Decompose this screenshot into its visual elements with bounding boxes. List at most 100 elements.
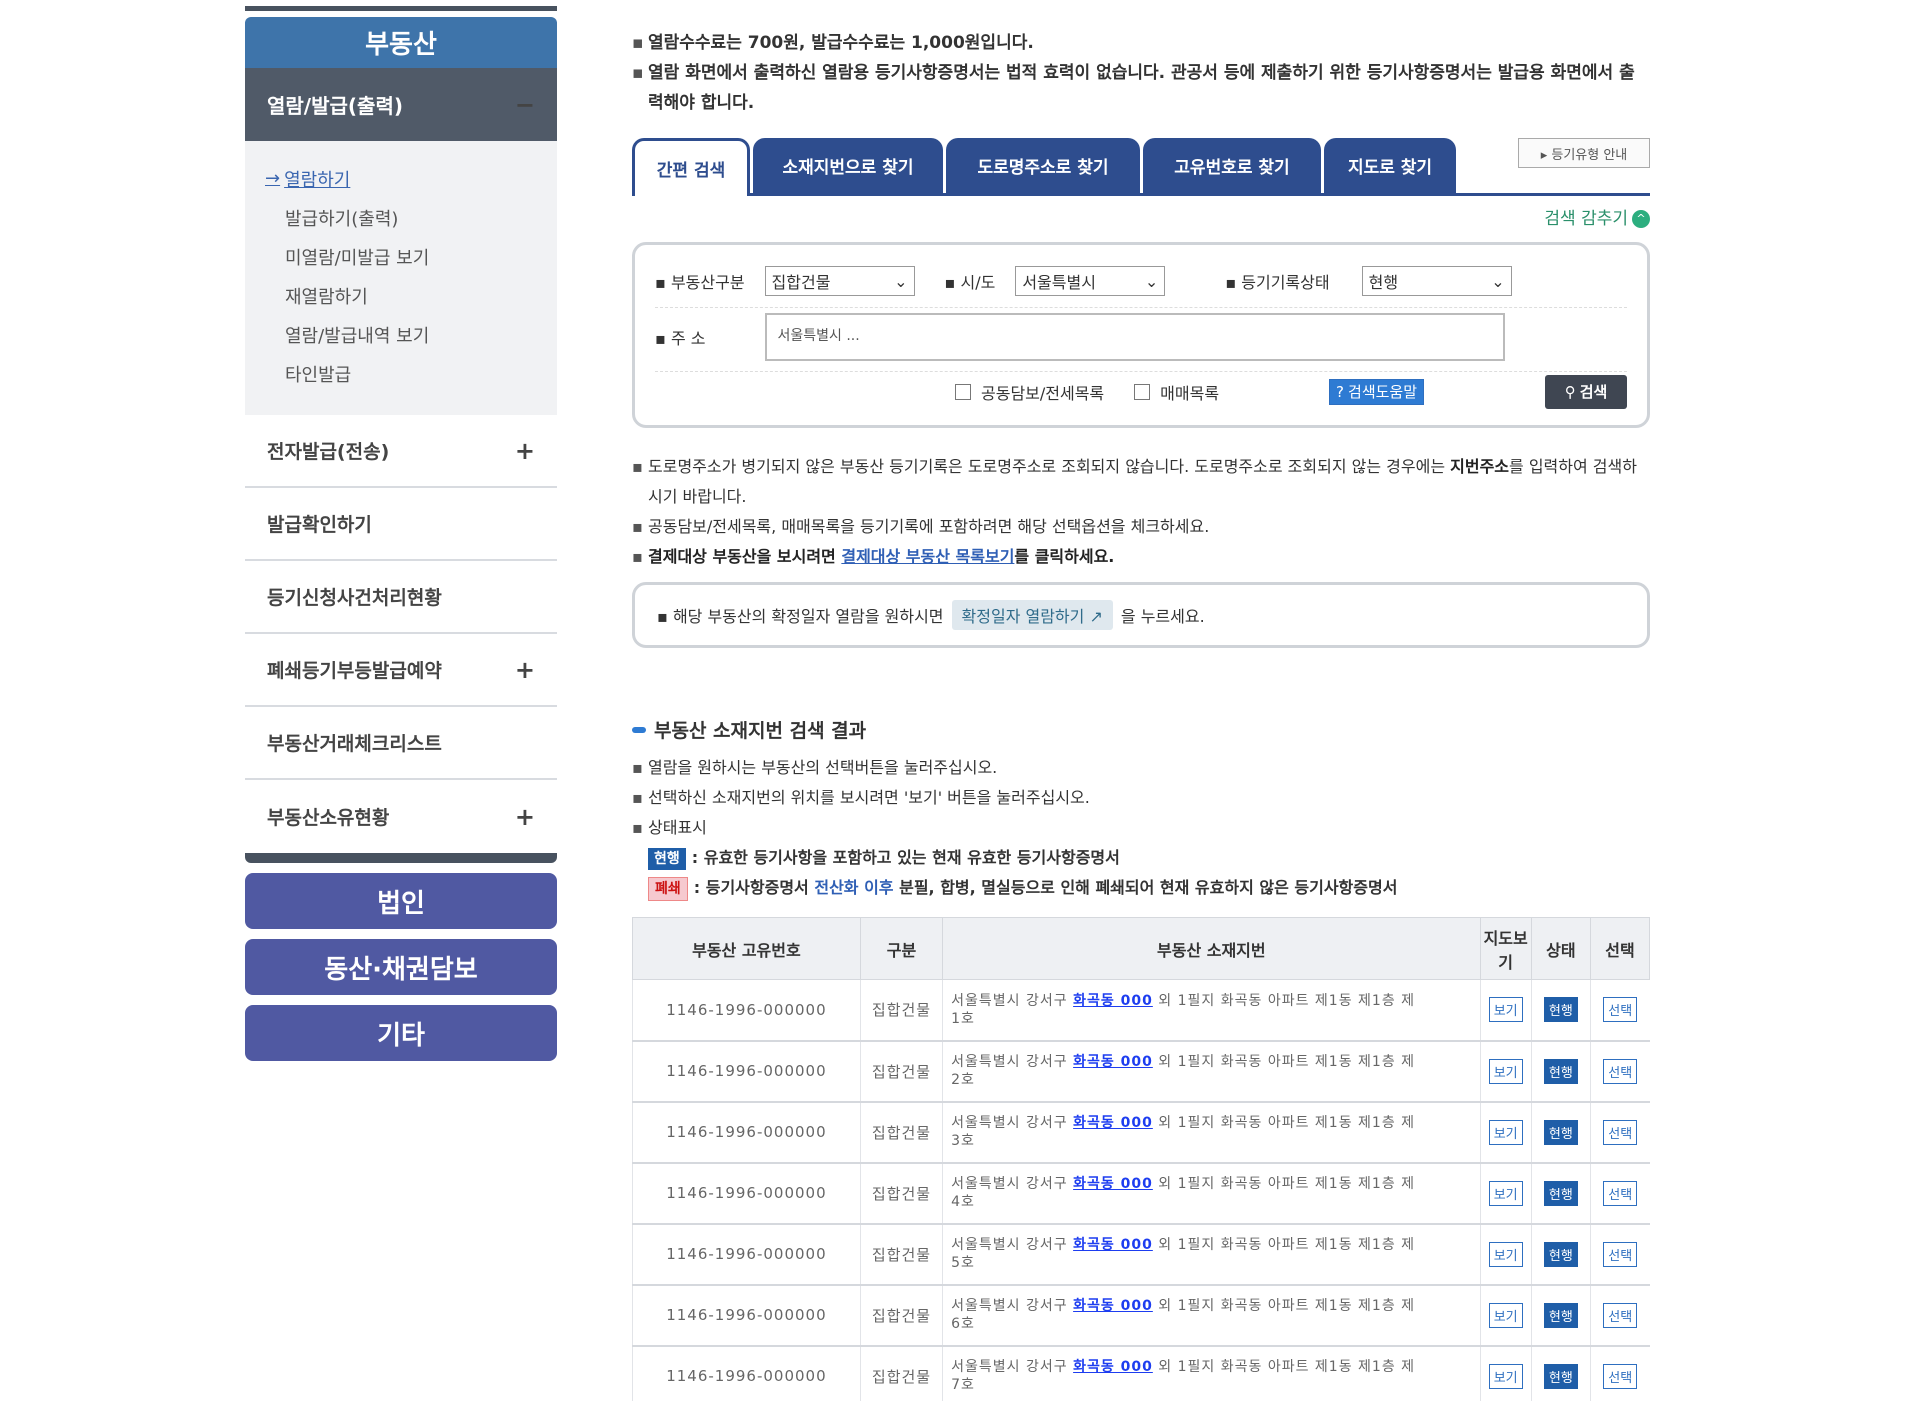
tab-lot-number[interactable]: 소재지번으로 찾기 [753, 138, 943, 193]
collapse-icon: ^ [1632, 210, 1650, 228]
map-view-button[interactable]: 보기 [1488, 1302, 1523, 1328]
map-view-button[interactable]: 보기 [1488, 1119, 1523, 1145]
status-badge-closed: 폐쇄 [648, 877, 688, 901]
select-button[interactable]: 선택 [1603, 1058, 1638, 1084]
others-button[interactable]: 기타 [245, 1005, 557, 1061]
sidebar-subitem-unviewed[interactable]: 미열람/미발급 보기 [245, 237, 557, 276]
status-badge-current: 현행 [648, 848, 686, 870]
tab-map[interactable]: 지도로 찾기 [1324, 138, 1456, 193]
collapse-search[interactable]: 검색 감추기 ^ [632, 204, 1650, 229]
select-button[interactable]: 선택 [1603, 1363, 1638, 1389]
notice-fee: ▪ 열람수수료는 700원, 발급수수료는 1,000원입니다. [632, 33, 1034, 53]
status-badge: 현행 [1543, 1119, 1578, 1145]
kind-cell: 집합건물 [859, 979, 943, 1042]
sidebar-group-label: 열람/발급(출력) [267, 94, 403, 118]
sidebar-top-line [245, 6, 557, 11]
map-view-button[interactable]: 보기 [1488, 1241, 1523, 1267]
sidebar-item-ownership[interactable]: 부동산소유현황 + [245, 780, 557, 853]
expand-icon[interactable]: + [515, 437, 535, 465]
table-row: 1146-1996-000000 집합건물 서울특별시 강서구 화곡동 000 외 … [632, 1284, 1650, 1347]
map-view-button[interactable]: 보기 [1488, 1058, 1523, 1084]
sales-list-checkbox[interactable] [1134, 383, 1151, 400]
sidebar-subitem-history[interactable]: 열람/발급내역 보기 [245, 315, 557, 354]
kind-cell: 집합건물 [859, 1345, 943, 1401]
address-cell: 서울특별시 강서구 화곡동 000 외 1필지 화곡동 아파트 제1동 제1층 … [942, 1162, 1481, 1225]
search-tabs: 간편 검색 소재지번으로 찾기 도로명주소로 찾기 고유번호로 찾기 지도로 찾… [632, 138, 1650, 196]
confirm-date-view-button[interactable]: 확정일자 열람하기 ↗ [951, 600, 1113, 630]
address-cell: 서울특별시 강서구 화곡동 000 외 1필지 화곡동 아파트 제1동 제1층 … [942, 1345, 1481, 1401]
sidebar-group-view-issue[interactable]: 열람/발급(출력) − [245, 68, 557, 141]
map-view-button[interactable]: 보기 [1488, 997, 1523, 1023]
address-input[interactable]: 서울특별시 ... [765, 312, 1506, 361]
property-type-select[interactable]: 집합건물 ⌄ [764, 266, 915, 296]
payment-list-link[interactable]: 결제대상 부동산 목록보기 [841, 547, 1014, 566]
sidebar-subitem-issue[interactable]: 발급하기(출력) [245, 198, 557, 237]
map-view-button[interactable]: 보기 [1488, 1180, 1523, 1206]
corporation-button[interactable]: 법인 [245, 873, 557, 929]
sidebar-item-verify[interactable]: 발급확인하기 [245, 488, 557, 561]
unique-number-cell: 1146-1996-000000 [632, 1162, 861, 1225]
sidebar-subitem-review[interactable]: 재열람하기 [245, 276, 557, 315]
sidebar-subitem-view[interactable]: → 열람하기 [245, 159, 557, 198]
unique-number-cell: 1146-1996-000000 [632, 1040, 861, 1103]
city-label: ▪ 시/도 [944, 273, 996, 292]
search-help-button[interactable]: ? 검색도움말 [1329, 378, 1425, 405]
sidebar-item-checklist[interactable]: 부동산거래체크리스트 [245, 707, 557, 780]
arrow-right-icon: → [265, 168, 281, 189]
search-row-options: 공동담보/전세목록 매매목록 ? 검색도움말 ⚲ 검색 [655, 371, 1627, 411]
movable-property-button[interactable]: 동산·채권담보 [245, 939, 557, 995]
status-badge: 현행 [1543, 1058, 1578, 1084]
page: 부동산 열람/발급(출력) − → 열람하기 발급하기(출력) 미열람/미발급 보… [0, 0, 1906, 1401]
select-button[interactable]: 선택 [1603, 1119, 1638, 1145]
select-button[interactable]: 선택 [1603, 997, 1638, 1023]
kind-cell: 집합건물 [859, 1162, 943, 1225]
confirm-date-panel: ▪ 해당 부동산의 확정일자 열람을 원하시면 확정일자 열람하기 ↗ 을 누르… [632, 582, 1650, 648]
select-button[interactable]: 선택 [1603, 1241, 1638, 1267]
tab-unique-number[interactable]: 고유번호로 찾기 [1143, 138, 1321, 193]
record-status-label: ▪ 등기기록상태 [1225, 273, 1330, 292]
sidebar-item-case-status[interactable]: 등기신청사건처리현황 [245, 561, 557, 634]
select-button[interactable]: 선택 [1603, 1180, 1638, 1206]
tab-road-address[interactable]: 도로명주소로 찾기 [946, 138, 1140, 193]
registration-type-guide-button[interactable]: ▸ 등기유형 안내 [1518, 138, 1650, 168]
joint-collateral-checkbox[interactable] [955, 383, 971, 400]
table-header-row: 부동산 고유번호 구분 부동산 소재지번 지도보기 상태 선택 [632, 917, 1651, 980]
search-icon: ⚲ [1564, 382, 1576, 401]
expand-icon[interactable]: + [515, 803, 535, 831]
tab-simple-search[interactable]: 간편 검색 [632, 138, 750, 196]
sidebar-title[interactable]: 부동산 [245, 17, 557, 68]
kind-cell: 집합건물 [859, 1101, 943, 1164]
address-cell: 서울특별시 강서구 화곡동 000 외 1필지 화곡동 아파트 제1동 제1층 … [942, 1223, 1481, 1286]
search-row-address: ▪ 주 소 서울특별시 ... [655, 307, 1627, 365]
collapse-icon[interactable]: − [515, 91, 535, 119]
sidebar-item-closed-reservation[interactable]: 폐쇄등기부등발급예약 + [245, 634, 557, 707]
kind-cell: 집합건물 [859, 1223, 943, 1286]
status-badge: 현행 [1543, 1302, 1578, 1328]
sidebar: 부동산 열람/발급(출력) − → 열람하기 발급하기(출력) 미열람/미발급 보… [245, 6, 557, 1061]
select-button[interactable]: 선택 [1603, 1302, 1638, 1328]
kind-cell: 집합건물 [859, 1040, 943, 1103]
table-row: 1146-1996-000000 집합건물 서울특별시 강서구 화곡동 000 외 … [632, 1162, 1650, 1225]
search-panel: ▪ 부동산구분 집합건물 ⌄ ▪ 시/도 서울특별시 ⌄ ▪ 등기기록상태 현행 ⌄ … [632, 242, 1650, 428]
table-row: 1146-1996-000000 집합건물 서울특별시 강서구 화곡동 000 외 … [632, 1223, 1650, 1286]
search-button[interactable]: ⚲ 검색 [1545, 374, 1627, 409]
search-row-filters: ▪ 부동산구분 집합건물 ⌄ ▪ 시/도 서울특별시 ⌄ ▪ 등기기록상태 현행 ⌄ [655, 263, 1627, 299]
address-cell: 서울특별시 강서구 화곡동 000 외 1필지 화곡동 아파트 제1동 제1층 … [942, 1101, 1481, 1164]
unique-number-cell: 1146-1996-000000 [632, 1101, 861, 1164]
question-icon: ? [1336, 382, 1345, 401]
record-status-select[interactable]: 현행 ⌄ [1361, 266, 1512, 296]
status-badge: 현행 [1543, 997, 1578, 1023]
table-row: 1146-1996-000000 집합건물 서울특별시 강서구 화곡동 000 외 … [632, 1040, 1650, 1103]
table-row: 1146-1996-000000 집합건물 서울특별시 강서구 화곡동 000 외 … [632, 1345, 1650, 1401]
result-notes: ▪ 열람을 원하시는 부동산의 선택버튼을 눌러주십시오. ▪ 선택하신 소재지번의… [632, 753, 1650, 903]
status-badge: 현행 [1543, 1180, 1578, 1206]
sidebar-subitem-other-issue[interactable]: 타인발급 [245, 354, 557, 393]
address-label: ▪ 주 소 [655, 328, 706, 348]
chevron-down-icon: ⌄ [894, 271, 908, 291]
address-cell: 서울특별시 강서구 화곡동 000 외 1필지 화곡동 아파트 제1동 제1층 … [942, 1040, 1481, 1103]
map-view-button[interactable]: 보기 [1488, 1363, 1523, 1389]
sidebar-item-electronic[interactable]: 전자발급(전송) + [245, 415, 557, 488]
city-select[interactable]: 서울특별시 ⌄ [1015, 266, 1166, 296]
expand-icon[interactable]: + [515, 656, 535, 684]
address-cell: 서울특별시 강서구 화곡동 000 외 1필지 화곡동 아파트 제1동 제1층 … [942, 979, 1481, 1042]
